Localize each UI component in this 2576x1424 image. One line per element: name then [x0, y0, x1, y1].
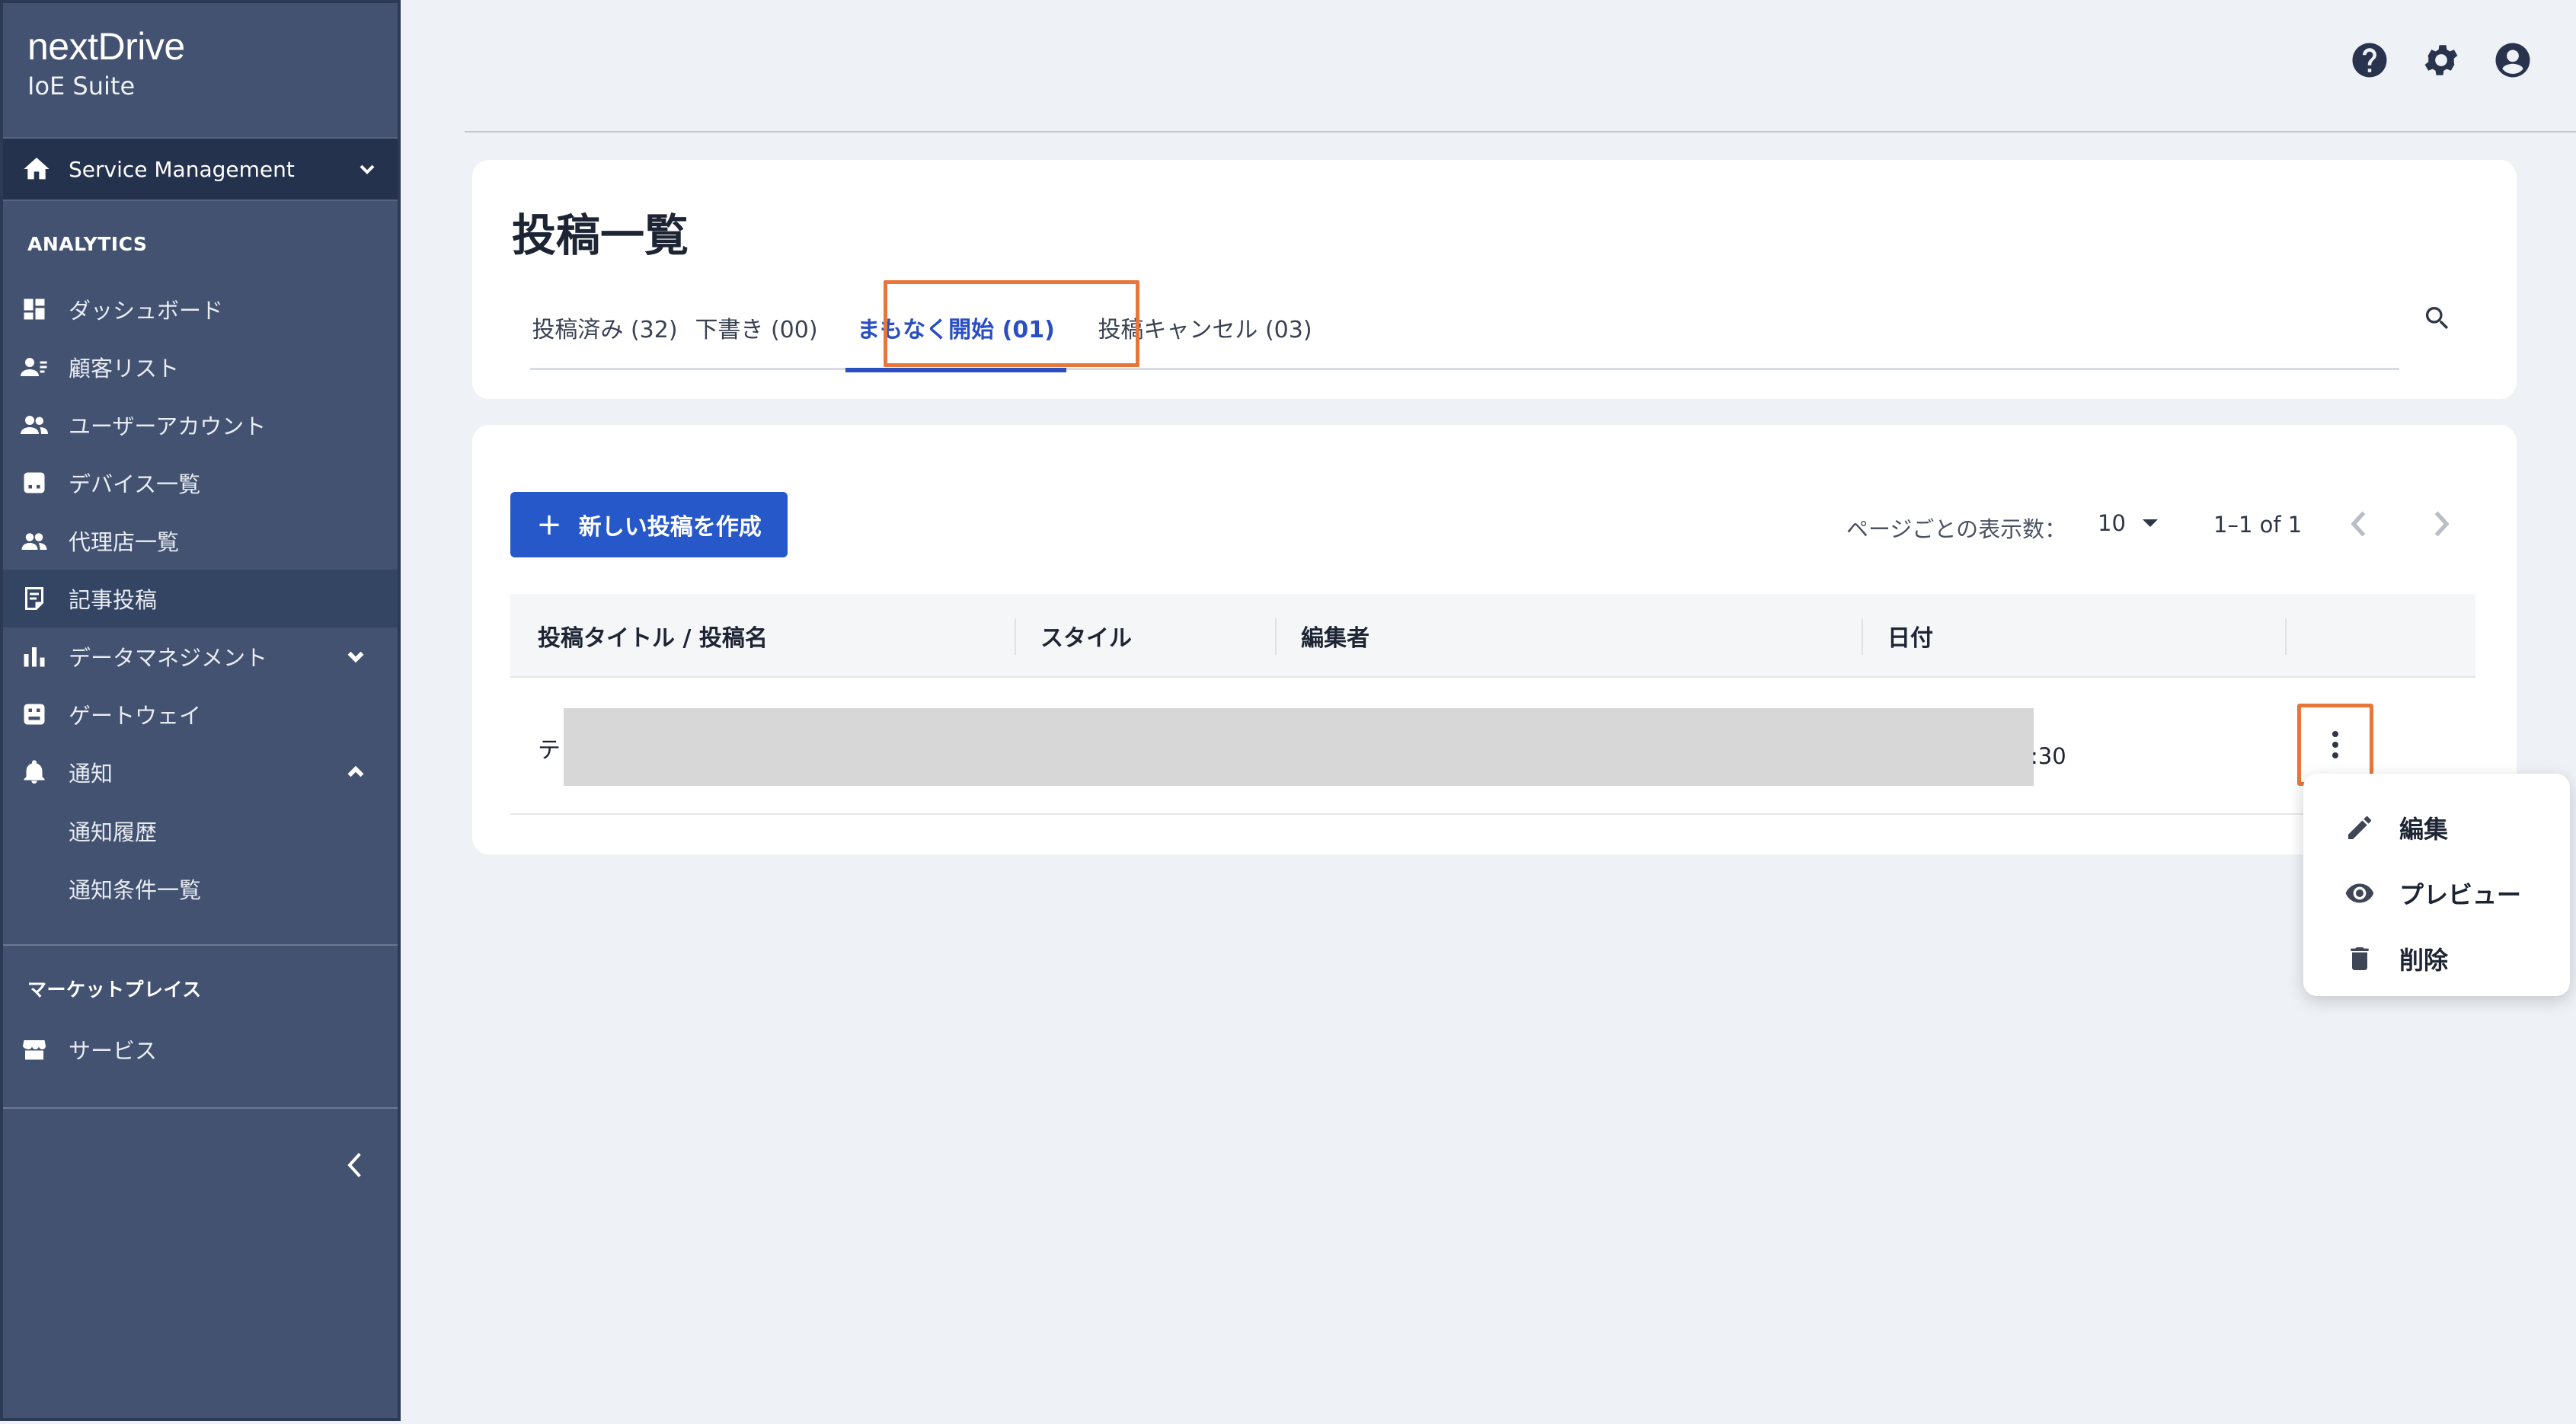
column-separator: [2285, 618, 2287, 655]
service-management-label: Service Management: [69, 156, 295, 182]
status-tabs: 投稿済み (32) 下書き (00) まもなく開始 (01) 投稿キャンセル (…: [530, 285, 2399, 372]
chevron-down-icon[interactable]: [343, 643, 369, 669]
sidebar-item-label: 記事投稿: [69, 587, 158, 613]
sidebar-item-notifications[interactable]: 通知: [3, 743, 398, 801]
brand-logo: nextDrive: [27, 25, 185, 68]
menu-item-edit[interactable]: 編集: [2303, 795, 2570, 860]
sidebar-item-label: 通知: [69, 761, 113, 787]
trash-icon: [2351, 947, 2369, 970]
settings-icon[interactable]: [2421, 40, 2462, 81]
chevron-down-icon: [360, 164, 375, 174]
marketplace-section-title: マーケットプレイス: [27, 979, 202, 1001]
pagination-range: 1–1 of 1: [2213, 512, 2303, 538]
header-divider: [465, 131, 2576, 133]
sidebar-item-article-posting[interactable]: 記事投稿: [3, 570, 398, 627]
prev-page-icon[interactable]: [2349, 509, 2370, 539]
tab-drafts[interactable]: 下書き (00): [686, 285, 827, 370]
store-icon: [20, 1035, 49, 1064]
page-title: 投稿一覧: [512, 209, 689, 261]
dashboard-icon: [20, 295, 49, 324]
sidebar-item-label: ゲートウェイ: [69, 703, 202, 729]
data-icon: [20, 642, 49, 671]
menu-item-delete[interactable]: 削除: [2303, 926, 2570, 991]
tab-highlight-box: [884, 280, 1139, 367]
sidebar-divider: [3, 1107, 398, 1109]
row-actions-menu: 編集 プレビュー 削除: [2303, 774, 2570, 996]
sidebar-item-label: 顧客リスト: [69, 356, 180, 382]
collapse-sidebar-icon[interactable]: [344, 1150, 367, 1180]
device-icon: [20, 468, 49, 497]
sidebar-subitem-notification-conditions[interactable]: 通知条件一覧: [69, 873, 201, 905]
agency-icon: [20, 526, 49, 555]
sidebar-item-user-accounts[interactable]: ユーザーアカウント: [3, 396, 398, 454]
sidebar-item-label: デバイス一覧: [69, 471, 201, 497]
redacted-area: [564, 708, 2034, 786]
pencil-icon: [2348, 816, 2371, 839]
sidebar-item-gateway[interactable]: ゲートウェイ: [3, 685, 398, 743]
sidebar-item-data-management[interactable]: データマネジメント: [3, 627, 398, 685]
sidebar-item-label: データマネジメント: [69, 645, 268, 671]
chevron-up-icon[interactable]: [343, 759, 369, 785]
search-icon[interactable]: [2422, 303, 2453, 334]
column-header-date[interactable]: 日付: [1887, 594, 1933, 678]
sidebar-item-label: 代理店一覧: [69, 529, 180, 555]
caret-down-icon: [2142, 519, 2158, 527]
row-date-cell: :30: [2031, 743, 2066, 769]
sidebar-item-dashboard[interactable]: ダッシュボード: [3, 280, 398, 338]
article-icon: [20, 584, 49, 613]
menu-item-preview[interactable]: プレビュー: [2303, 860, 2570, 926]
sidebar-item-customers[interactable]: 顧客リスト: [3, 338, 398, 396]
plus-icon: +: [536, 507, 562, 542]
next-page-icon[interactable]: [2430, 509, 2451, 539]
tab-published[interactable]: 投稿済み (32): [530, 285, 679, 370]
account-icon[interactable]: [2492, 40, 2533, 81]
menu-item-label: プレビュー: [2399, 880, 2522, 909]
sidebar: nextDrive IoE Suite Service Management A…: [0, 0, 401, 1421]
home-icon: [24, 158, 50, 180]
sidebar-item-devices[interactable]: デバイス一覧: [3, 454, 398, 512]
sidebar-divider: [3, 944, 398, 946]
page-header-card: 投稿一覧 投稿済み (32) 下書き (00) まもなく開始 (01) 投稿キャ…: [472, 160, 2517, 399]
header-actions: [2319, 40, 2533, 81]
sidebar-item-services[interactable]: サービス: [3, 1020, 398, 1078]
brand: nextDrive IoE Suite: [27, 24, 185, 101]
sidebar-subitem-notification-history[interactable]: 通知履歴: [69, 815, 157, 847]
rows-per-page-value: 10: [2098, 510, 2126, 536]
sidebar-item-agencies[interactable]: 代理店一覧: [3, 512, 398, 570]
bell-icon: [20, 758, 49, 787]
new-post-label: 新しい投稿を作成: [578, 514, 762, 541]
column-separator: [1015, 618, 1016, 655]
brand-subtitle: IoE Suite: [27, 72, 136, 101]
row-title-cell: テ: [538, 737, 561, 764]
more-vert-icon: [2332, 729, 2338, 761]
analytics-section-title: ANALYTICS: [27, 233, 148, 255]
sidebar-item-label: サービス: [69, 1038, 158, 1064]
column-separator: [1862, 618, 1863, 655]
column-header-title[interactable]: 投稿タイトル / 投稿名: [538, 594, 768, 678]
menu-item-label: 削除: [2399, 946, 2449, 975]
column-header-style[interactable]: スタイル: [1040, 594, 1132, 678]
column-separator: [1275, 618, 1277, 655]
eye-icon: [2345, 883, 2374, 903]
table-header: 投稿タイトル / 投稿名 スタイル 編集者 日付: [510, 594, 2475, 678]
rows-per-page-select[interactable]: 10: [2098, 510, 2158, 536]
menu-item-label: 編集: [2399, 815, 2449, 844]
rows-per-page-label: ページごとの表示数：: [1846, 516, 2067, 542]
users-icon: [20, 410, 49, 439]
column-header-editor[interactable]: 編集者: [1301, 594, 1369, 678]
customer-list-icon: [20, 353, 49, 382]
table-row[interactable]: テ :30: [510, 679, 2475, 815]
sidebar-item-label: ユーザーアカウント: [69, 413, 267, 439]
service-management-selector[interactable]: Service Management: [3, 137, 398, 201]
gateway-icon: [20, 700, 49, 729]
sidebar-item-label: ダッシュボード: [69, 298, 224, 324]
new-post-button[interactable]: + 新しい投稿を作成: [510, 492, 788, 557]
help-icon[interactable]: [2349, 40, 2390, 81]
